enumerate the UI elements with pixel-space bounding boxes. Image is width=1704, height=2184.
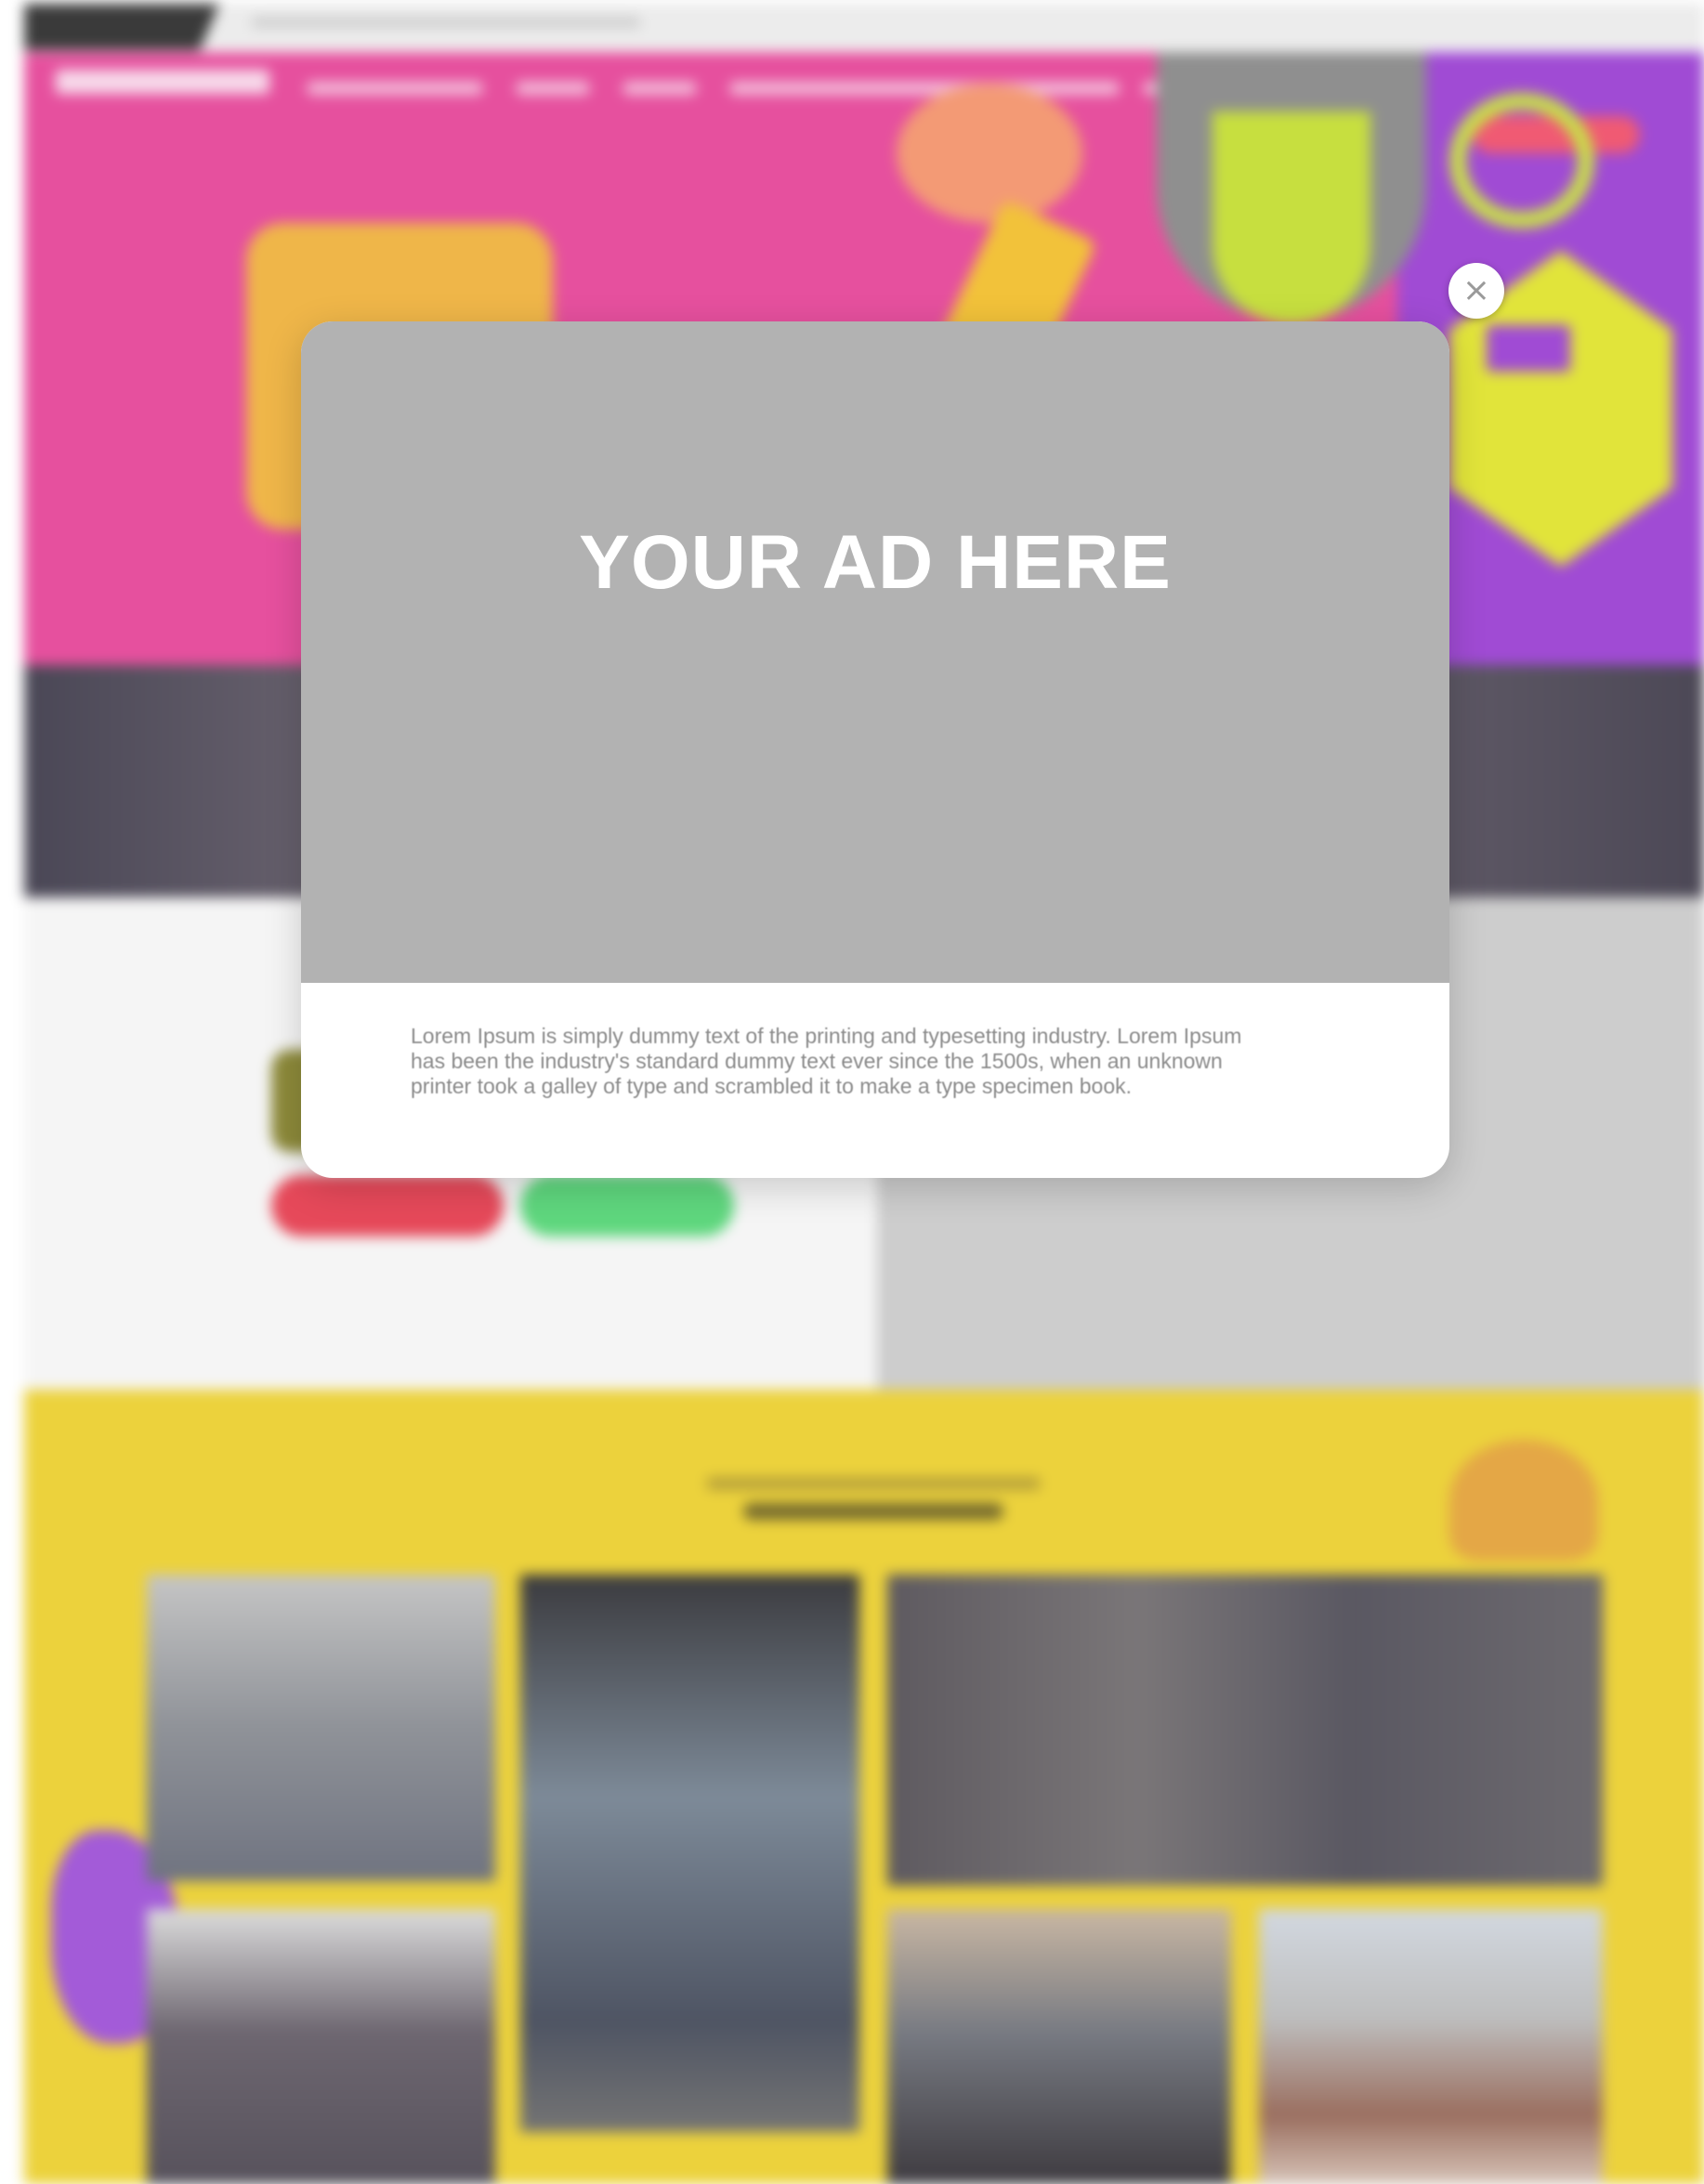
hero-decoration [897,84,1082,223]
gallery-photo[interactable] [1259,1909,1603,2184]
green-action-button[interactable] [520,1175,734,1236]
hero-funnel-fill [1212,111,1370,325]
nav-item[interactable] [729,82,1120,95]
hero-curl-graphic [1449,93,1594,229]
ad-banner[interactable]: YOUR AD HERE [301,321,1449,983]
gallery-photo[interactable] [520,1575,859,2132]
close-button[interactable]: × [1448,263,1504,319]
nav-item[interactable] [307,82,483,95]
ad-heading: YOUR AD HERE [579,520,1172,605]
gallery-photo[interactable] [887,1909,1231,2184]
topbar-brand-block [24,4,219,50]
close-icon: × [1462,271,1491,309]
site-logo[interactable] [56,70,269,94]
gallery-photo[interactable] [887,1575,1603,1886]
gallery-photo[interactable] [147,1909,495,2184]
topbar-links [251,17,641,28]
nav-item[interactable] [623,82,697,95]
red-action-button[interactable] [271,1175,504,1236]
nav-item[interactable] [516,82,590,95]
gallery-cone-decoration [1449,1440,1598,1561]
hexagon-badge-label [1487,325,1570,372]
ad-modal: YOUR AD HERE Lorem Ipsum is simply dummy… [301,321,1449,1178]
modal-body-text: Lorem Ipsum is simply dummy text of the … [411,1024,1242,1098]
gallery-photo[interactable] [147,1575,495,1881]
gallery-title [706,1477,1041,1490]
gallery-subtitle [743,1503,1003,1520]
